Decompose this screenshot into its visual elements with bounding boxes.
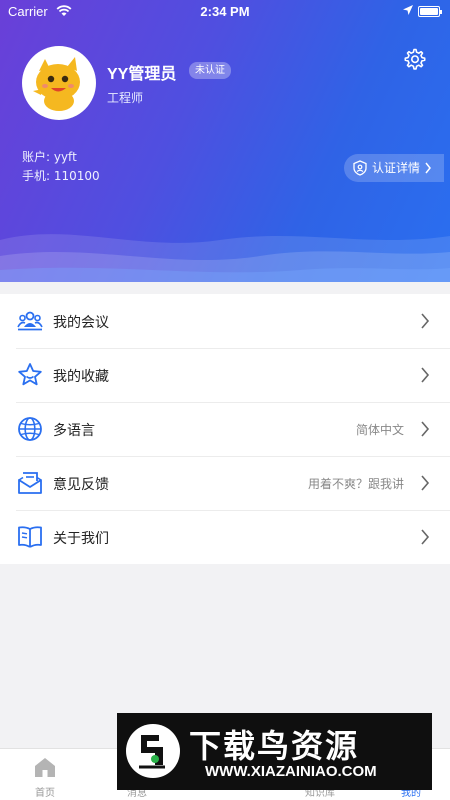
header-waves — [0, 234, 450, 282]
settings-menu: 我的会议 我的收藏 多语言 简体中文 意见反馈 用着不爽？跟我讲 关于我们 — [0, 294, 450, 564]
chevron-right-icon — [421, 529, 430, 545]
settings-gear-icon[interactable] — [402, 47, 426, 71]
feedback-icon — [18, 472, 42, 494]
watermark-banner: 下载鸟资源 WWW.XIAZAINIAO.COM — [117, 713, 432, 790]
menu-label: 关于我们 — [53, 531, 109, 547]
menu-item-favorites[interactable]: 我的收藏 — [0, 348, 450, 402]
chevron-right-icon — [425, 162, 431, 174]
menu-item-about[interactable]: 关于我们 — [0, 510, 450, 564]
verify-details-button[interactable]: 认证详情 — [344, 154, 444, 182]
status-time: 2:34 PM — [200, 4, 250, 19]
chevron-right-icon — [421, 421, 430, 437]
chevron-right-icon — [421, 367, 430, 383]
menu-value: 简体中文 — [355, 423, 404, 437]
avatar-mascot-icon — [25, 49, 93, 117]
menu-label: 意见反馈 — [53, 477, 109, 493]
watermark-url: WWW.XIAZAINIAO.COM — [205, 763, 377, 780]
phone-number: 手机: 110100 — [22, 169, 100, 183]
location-icon — [403, 5, 413, 15]
account-id: 账户: yyft — [22, 150, 77, 164]
user-name: YY管理员 — [107, 66, 177, 83]
user-role: 工程师 — [107, 91, 144, 105]
menu-item-language[interactable]: 多语言 简体中文 — [0, 402, 450, 456]
home-icon — [35, 758, 55, 777]
menu-item-feedback[interactable]: 意见反馈 用着不爽？跟我讲 — [0, 456, 450, 510]
menu-label: 我的收藏 — [53, 369, 109, 385]
avatar[interactable] — [22, 46, 96, 120]
chevron-right-icon — [421, 475, 430, 491]
menu-label: 多语言 — [53, 423, 95, 439]
verify-details-label: 认证详情 — [372, 161, 421, 175]
verification-status-badge: 未认证 — [189, 62, 231, 79]
tab-label: 首页 — [35, 788, 55, 799]
menu-item-meetings[interactable]: 我的会议 — [0, 294, 450, 348]
profile-header — [0, 0, 450, 282]
tab-home[interactable]: 首页 — [0, 749, 90, 800]
menu-label: 我的会议 — [53, 315, 109, 331]
globe-icon — [18, 417, 42, 441]
watermark-logo-icon — [126, 724, 180, 778]
battery-icon — [418, 6, 442, 17]
watermark-title: 下载鸟资源 — [189, 727, 360, 765]
book-icon — [18, 526, 42, 548]
status-bar: Carrier 2:34 PM — [0, 0, 450, 24]
meeting-icon — [17, 311, 43, 331]
chevron-right-icon — [421, 313, 430, 329]
star-icon — [18, 363, 42, 386]
shield-icon — [353, 160, 367, 176]
menu-value: 用着不爽？跟我讲 — [307, 477, 404, 491]
